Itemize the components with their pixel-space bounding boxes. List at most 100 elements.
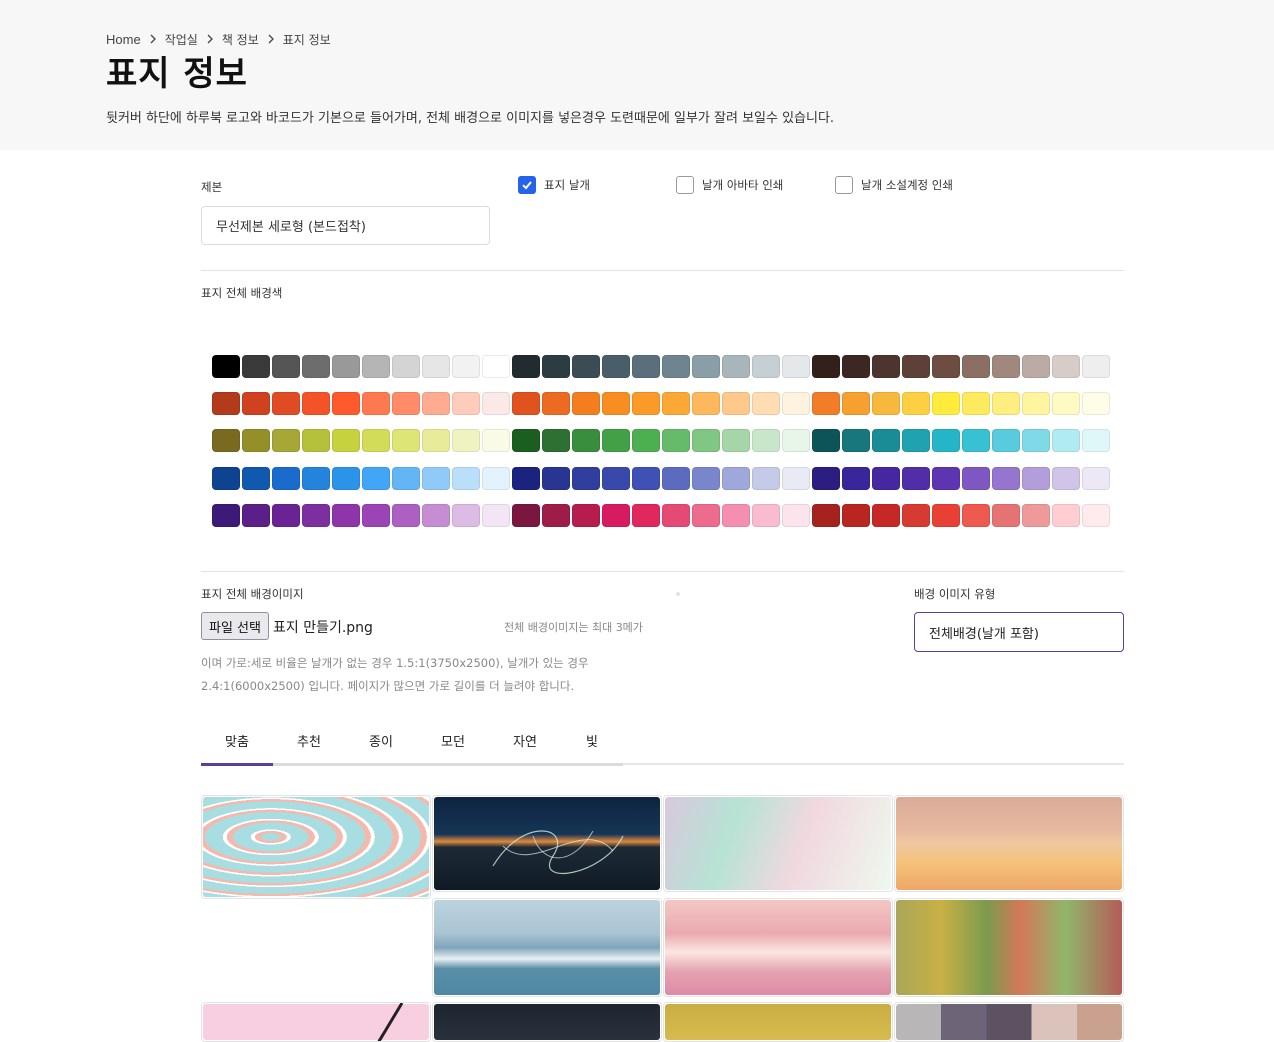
color-swatch[interactable] (422, 504, 450, 527)
color-swatch[interactable] (572, 392, 600, 415)
color-swatch[interactable] (302, 392, 330, 415)
color-swatch[interactable] (482, 392, 510, 415)
option-cover-flap[interactable]: 표지 날개 (518, 176, 590, 194)
flap-avatar-checkbox[interactable] (676, 176, 694, 194)
thumbnail-pastel-gradient[interactable] (663, 795, 893, 892)
color-swatch[interactable] (362, 355, 390, 378)
color-swatch[interactable] (272, 355, 300, 378)
color-swatch[interactable] (512, 355, 540, 378)
color-swatch[interactable] (332, 467, 360, 490)
color-swatch[interactable] (1082, 429, 1110, 452)
color-swatch[interactable] (752, 355, 780, 378)
color-swatch[interactable] (512, 429, 540, 452)
color-swatch[interactable] (872, 392, 900, 415)
color-swatch[interactable] (362, 392, 390, 415)
color-swatch[interactable] (572, 355, 600, 378)
color-swatch[interactable] (512, 467, 540, 490)
color-swatch[interactable] (1052, 504, 1080, 527)
color-swatch[interactable] (1052, 392, 1080, 415)
color-swatch[interactable] (752, 467, 780, 490)
color-swatch[interactable] (602, 429, 630, 452)
color-swatch[interactable] (212, 467, 240, 490)
thumbnail-dark-sky[interactable] (432, 1002, 662, 1042)
color-swatch[interactable] (662, 392, 690, 415)
color-swatch[interactable] (932, 429, 960, 452)
color-swatch[interactable] (1082, 355, 1110, 378)
color-swatch[interactable] (272, 429, 300, 452)
color-swatch[interactable] (452, 467, 480, 490)
color-swatch[interactable] (392, 392, 420, 415)
color-swatch[interactable] (632, 467, 660, 490)
color-swatch[interactable] (872, 355, 900, 378)
color-swatch[interactable] (842, 392, 870, 415)
breadcrumb-workroom[interactable]: 작업실 (165, 31, 198, 48)
color-swatch[interactable] (302, 355, 330, 378)
color-swatch[interactable] (602, 355, 630, 378)
option-flap-avatar[interactable]: 날개 아바타 인쇄 (676, 176, 783, 194)
thumbnail-marble-pastel[interactable] (201, 795, 431, 899)
color-swatch[interactable] (752, 504, 780, 527)
color-swatch[interactable] (422, 429, 450, 452)
tab-paper[interactable]: 종이 (345, 720, 417, 760)
color-swatch[interactable] (332, 504, 360, 527)
color-swatch[interactable] (992, 504, 1020, 527)
color-swatch[interactable] (932, 392, 960, 415)
color-swatch[interactable] (782, 504, 810, 527)
color-swatch[interactable] (1022, 467, 1050, 490)
color-swatch[interactable] (992, 429, 1020, 452)
color-swatch[interactable] (452, 392, 480, 415)
color-swatch[interactable] (542, 429, 570, 452)
color-swatch[interactable] (962, 504, 990, 527)
color-swatch[interactable] (1022, 429, 1050, 452)
color-swatch[interactable] (302, 467, 330, 490)
color-swatch[interactable] (902, 355, 930, 378)
color-swatch[interactable] (842, 355, 870, 378)
file-select-button[interactable]: 파일 선택 (201, 612, 269, 640)
color-swatch[interactable] (692, 392, 720, 415)
color-swatch[interactable] (632, 392, 660, 415)
color-swatch[interactable] (692, 504, 720, 527)
color-swatch[interactable] (542, 467, 570, 490)
color-swatch[interactable] (752, 429, 780, 452)
color-swatch[interactable] (1052, 355, 1080, 378)
color-swatch[interactable] (1022, 355, 1050, 378)
bg-type-select[interactable]: 전체배경(날개 포함) (914, 612, 1124, 652)
color-swatch[interactable] (962, 467, 990, 490)
color-swatch[interactable] (662, 429, 690, 452)
color-swatch[interactable] (482, 429, 510, 452)
color-swatch[interactable] (242, 467, 270, 490)
color-swatch[interactable] (932, 504, 960, 527)
color-swatch[interactable] (332, 392, 360, 415)
color-swatch[interactable] (452, 429, 480, 452)
tab-nature[interactable]: 자연 (489, 720, 561, 760)
thumbnail-light-trails-night[interactable] (432, 795, 662, 892)
color-swatch[interactable] (602, 392, 630, 415)
color-swatch[interactable] (212, 429, 240, 452)
color-swatch[interactable] (392, 504, 420, 527)
color-swatch[interactable] (812, 392, 840, 415)
color-swatch[interactable] (752, 392, 780, 415)
color-swatch[interactable] (392, 429, 420, 452)
color-swatch[interactable] (1052, 429, 1080, 452)
color-swatch[interactable] (632, 355, 660, 378)
color-swatch[interactable] (452, 504, 480, 527)
color-swatch[interactable] (392, 467, 420, 490)
color-swatch[interactable] (872, 467, 900, 490)
color-swatch[interactable] (1022, 392, 1050, 415)
color-swatch[interactable] (872, 504, 900, 527)
thumbnail-pink-watercolor[interactable] (663, 898, 893, 997)
color-swatch[interactable] (812, 355, 840, 378)
breadcrumb-home[interactable]: Home (106, 32, 141, 47)
thumbnail-mauve-stripes[interactable] (894, 1002, 1124, 1042)
color-swatch[interactable] (602, 467, 630, 490)
tab-recommended[interactable]: 추천 (273, 720, 345, 760)
color-swatch[interactable] (242, 355, 270, 378)
color-swatch[interactable] (722, 467, 750, 490)
color-swatch[interactable] (902, 504, 930, 527)
color-swatch[interactable] (212, 392, 240, 415)
thumbnail-gold-texture[interactable] (663, 1002, 893, 1042)
color-swatch[interactable] (692, 355, 720, 378)
color-swatch[interactable] (212, 504, 240, 527)
color-swatch[interactable] (842, 504, 870, 527)
color-swatch[interactable] (662, 467, 690, 490)
